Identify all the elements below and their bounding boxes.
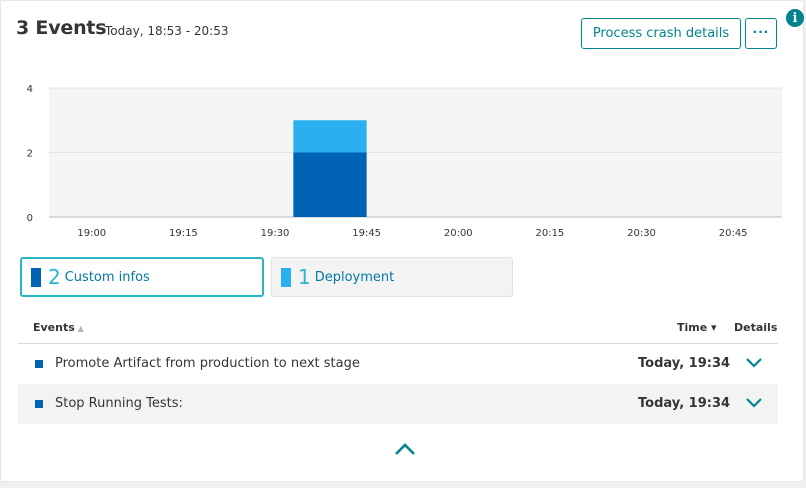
x-tick-label: 20:00 [444, 228, 473, 239]
event-bullet-icon [35, 360, 43, 368]
events-chart: 0 2 4 19:00 19:15 19:30 19:45 20:00 20:15 20:30 2… [27, 84, 782, 239]
legend-deployment[interactable]: 1 Deployment [271, 257, 513, 297]
legend-label: Deployment [314, 269, 395, 285]
details-column-header: Details [734, 321, 778, 334]
process-crash-details-button[interactable]: Process crash details [581, 18, 741, 49]
event-time: Today, 19:34 [638, 396, 731, 411]
event-time: Today, 19:34 [638, 356, 731, 371]
legend-count: 1 [298, 265, 311, 289]
legend-custom-infos[interactable]: 2 Custom infos [20, 257, 264, 297]
y-tick-label: 2 [27, 149, 33, 160]
x-tick-label: 19:45 [352, 228, 381, 239]
more-options-button[interactable]: ··· [745, 18, 777, 49]
events-title: 3 Events [16, 17, 107, 39]
events-column-header[interactable]: Events ▲ [33, 321, 84, 334]
info-icon[interactable]: i [786, 9, 804, 27]
chevron-up-icon[interactable] [393, 441, 417, 459]
y-tick-label: 0 [27, 213, 33, 224]
event-name: Stop Running Tests: [55, 396, 183, 411]
events-card: 3 Events Today, 18:53 - 20:53 Process cr… [0, 0, 804, 482]
y-tick-label: 4 [27, 84, 33, 95]
x-tick-label: 20:45 [719, 228, 748, 239]
sort-icon: ▲ [77, 324, 84, 333]
x-tick-label: 20:30 [627, 228, 656, 239]
event-name: Promote Artifact from production to next… [55, 356, 360, 371]
legend-swatch [31, 267, 41, 287]
bar-deployment [293, 120, 367, 153]
x-tick-label: 19:15 [169, 228, 198, 239]
bar-custom-infos [293, 152, 367, 217]
x-tick-label: 19:30 [261, 228, 290, 239]
x-tick-label: 19:00 [77, 228, 106, 239]
events-table-header: Events ▲ Time ▾ Details [18, 313, 778, 344]
chevron-down-icon[interactable] [744, 354, 764, 372]
table-row: Stop Running Tests: Today, 19:34 [18, 384, 778, 424]
legend-count: 2 [48, 265, 61, 289]
table-row: Promote Artifact from production to next… [18, 344, 778, 384]
legend-label: Custom infos [64, 269, 150, 285]
x-tick-label: 20:15 [535, 228, 564, 239]
legend-swatch [281, 267, 291, 287]
event-bullet-icon [35, 400, 43, 408]
time-column-header[interactable]: Time ▾ [677, 321, 717, 334]
time-range: Today, 18:53 - 20:53 [105, 24, 229, 38]
chevron-down-icon[interactable] [744, 394, 764, 412]
